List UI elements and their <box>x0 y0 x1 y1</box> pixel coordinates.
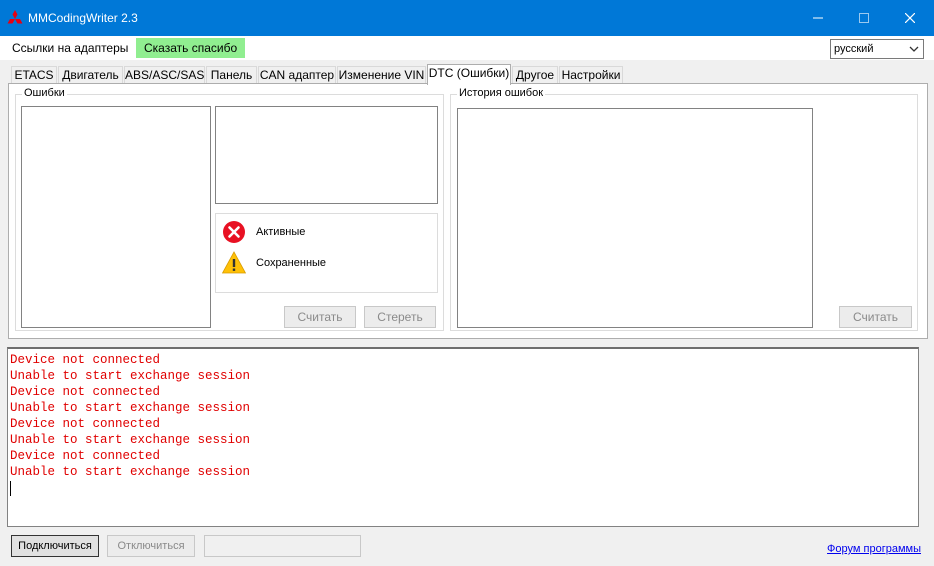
menu-bar: Ссылки на адаптеры Сказать спасибо <box>0 36 934 60</box>
tab-abs-asc-sas[interactable]: ABS/ASC/SAS <box>124 66 205 84</box>
dtc-tab-panel: Ошибки Активные Сохраненные Считать Стер… <box>8 83 928 339</box>
legend-active-row: Активные <box>222 220 305 244</box>
connect-button[interactable]: Подключиться <box>11 535 99 557</box>
close-icon <box>905 13 915 23</box>
mitsubishi-logo-icon <box>7 10 23 24</box>
error-circle-icon <box>223 221 245 243</box>
log-line: Device not connected <box>10 449 161 463</box>
legend-saved-row: Сохраненные <box>222 251 326 275</box>
log-line: Unable to start exchange session <box>10 433 251 447</box>
chevron-down-icon <box>909 46 919 52</box>
errors-list[interactable] <box>21 106 211 328</box>
read-history-button[interactable]: Считать <box>839 306 912 328</box>
log-output[interactable]: Device not connected Unable to start exc… <box>7 347 919 527</box>
window-title: MMCodingWriter 2.3 <box>28 11 138 25</box>
read-errors-button[interactable]: Считать <box>284 306 356 328</box>
log-line: Device not connected <box>10 417 161 431</box>
minimize-icon <box>813 17 823 19</box>
tab-can-adapter[interactable]: CAN адаптер <box>258 66 336 84</box>
tab-etacs[interactable]: ETACS <box>11 66 57 84</box>
tab-panel[interactable]: Панель <box>206 66 257 84</box>
tab-dtc[interactable]: DTC (Ошибки) <box>427 64 511 85</box>
log-line: Unable to start exchange session <box>10 401 251 415</box>
tab-other[interactable]: Другое <box>512 66 558 84</box>
tab-vin-change[interactable]: Изменение VIN <box>337 66 426 84</box>
warning-triangle-icon <box>222 251 246 274</box>
errors-group-title: Ошибки <box>22 87 67 99</box>
log-line: Unable to start exchange session <box>10 369 251 383</box>
history-group-title: История ошибок <box>457 87 546 99</box>
history-list[interactable] <box>457 108 813 328</box>
errors-groupbox: Ошибки Активные Сохраненные Считать Стер… <box>15 87 444 331</box>
log-line: Device not connected <box>10 385 161 399</box>
language-select[interactable]: русский <box>830 39 924 59</box>
disconnect-button[interactable]: Отключиться <box>107 535 195 557</box>
close-button[interactable] <box>887 0 933 36</box>
menu-adapter-links[interactable]: Ссылки на адаптеры <box>6 38 134 58</box>
language-value: русский <box>834 43 874 55</box>
tab-engine[interactable]: Двигатель <box>58 66 123 84</box>
status-field <box>204 535 361 557</box>
error-legend-box: Активные Сохраненные <box>215 213 438 293</box>
tab-settings[interactable]: Настройки <box>559 66 623 84</box>
maximize-icon <box>859 13 869 23</box>
minimize-button[interactable] <box>795 0 841 36</box>
menu-say-thanks[interactable]: Сказать спасибо <box>136 38 246 58</box>
log-line: Unable to start exchange session <box>10 465 251 479</box>
erase-errors-button[interactable]: Стереть <box>364 306 436 328</box>
text-caret <box>10 481 11 496</box>
history-groupbox: История ошибок Считать <box>450 87 918 331</box>
maximize-button[interactable] <box>841 0 887 36</box>
legend-saved-label: Сохраненные <box>256 257 327 269</box>
forum-link[interactable]: Форум программы <box>827 543 921 555</box>
legend-active-label: Активные <box>256 226 306 238</box>
title-bar: MMCodingWriter 2.3 <box>0 0 934 36</box>
error-details-box[interactable] <box>215 106 438 204</box>
log-line: Device not connected <box>10 353 161 367</box>
